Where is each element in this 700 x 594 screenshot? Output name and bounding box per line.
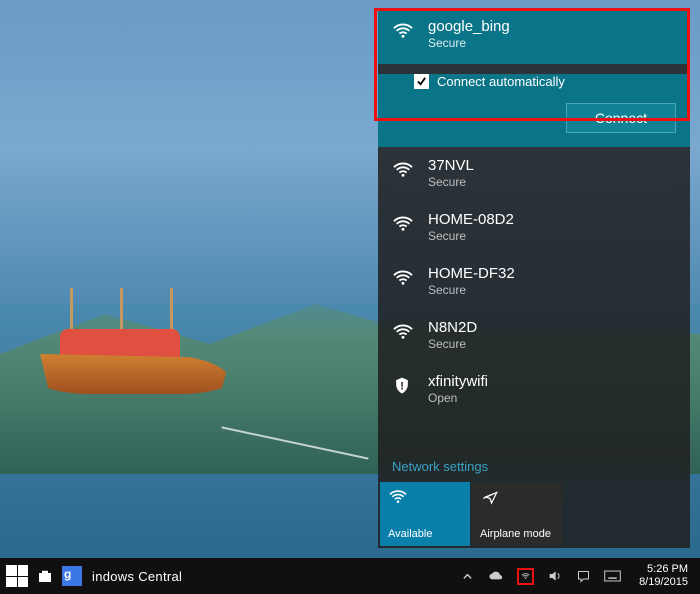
network-item[interactable]: HOME-08D2Secure <box>378 201 690 255</box>
network-security: Secure <box>428 36 676 50</box>
tray-onedrive-icon[interactable] <box>488 568 505 585</box>
svg-text:!: ! <box>400 380 404 392</box>
wifi-icon <box>392 265 418 297</box>
tile-label: Available <box>388 528 462 540</box>
network-item[interactable]: HOME-DF32Secure <box>378 255 690 309</box>
tray-clock[interactable]: 5:26 PM 8/19/2015 <box>633 563 694 588</box>
network-item[interactable]: N8N2DSecure <box>378 309 690 363</box>
network-item[interactable]: 37NVLSecure <box>378 147 690 201</box>
wifi-icon <box>392 319 418 351</box>
google-tile-icon[interactable]: g <box>62 566 82 586</box>
network-security: Secure <box>428 175 676 189</box>
network-item[interactable]: ! xfinitywifiOpen <box>378 363 690 417</box>
wifi-icon <box>392 157 418 189</box>
network-list: 37NVLSecureHOME-08D2SecureHOME-DF32Secur… <box>378 147 690 417</box>
system-tray: 5:26 PM 8/19/2015 <box>459 563 694 588</box>
wifi-icon: ! <box>392 373 418 405</box>
tile-airplane-mode[interactable]: Airplane mode <box>472 482 562 546</box>
network-name: HOME-08D2 <box>428 211 676 228</box>
network-settings-link[interactable]: Network settings <box>378 449 690 482</box>
tray-action-center-icon[interactable] <box>575 568 592 585</box>
clock-date: 8/19/2015 <box>639 576 688 589</box>
start-button[interactable] <box>6 565 28 587</box>
network-security: Open <box>428 391 676 405</box>
tile-wifi-available[interactable]: Available <box>380 482 470 546</box>
network-name: 37NVL <box>428 157 676 174</box>
store-icon[interactable] <box>34 565 56 587</box>
tile-label: Airplane mode <box>480 528 554 540</box>
tray-chevron-up-icon[interactable] <box>459 568 476 585</box>
wallpaper-boat <box>30 304 240 394</box>
taskbar: g indows Central 5:26 PM <box>0 558 700 594</box>
network-name: google_bing <box>428 18 676 35</box>
clock-time: 5:26 PM <box>639 563 688 576</box>
wifi-flyout: google_bing Secure Connect automatically… <box>378 8 690 548</box>
connect-automatically-label: Connect automatically <box>437 74 565 89</box>
network-security: Secure <box>428 337 676 351</box>
checkbox-icon[interactable] <box>414 74 429 89</box>
network-name: xfinitywifi <box>428 373 676 390</box>
wifi-icon <box>392 18 418 50</box>
network-name: HOME-DF32 <box>428 265 676 282</box>
connect-automatically-row[interactable]: Connect automatically <box>414 74 690 89</box>
brand-text: indows Central <box>92 569 182 584</box>
network-security: Secure <box>428 229 676 243</box>
network-name: N8N2D <box>428 319 676 336</box>
tray-wifi-icon[interactable] <box>517 568 534 585</box>
network-security: Secure <box>428 283 676 297</box>
connect-button[interactable]: Connect <box>566 103 676 133</box>
network-selected[interactable]: google_bing Secure <box>378 8 690 64</box>
wifi-icon <box>392 211 418 243</box>
quick-tiles: Available Airplane mode <box>378 482 690 548</box>
tray-volume-icon[interactable] <box>546 568 563 585</box>
tray-keyboard-icon[interactable] <box>604 568 621 585</box>
